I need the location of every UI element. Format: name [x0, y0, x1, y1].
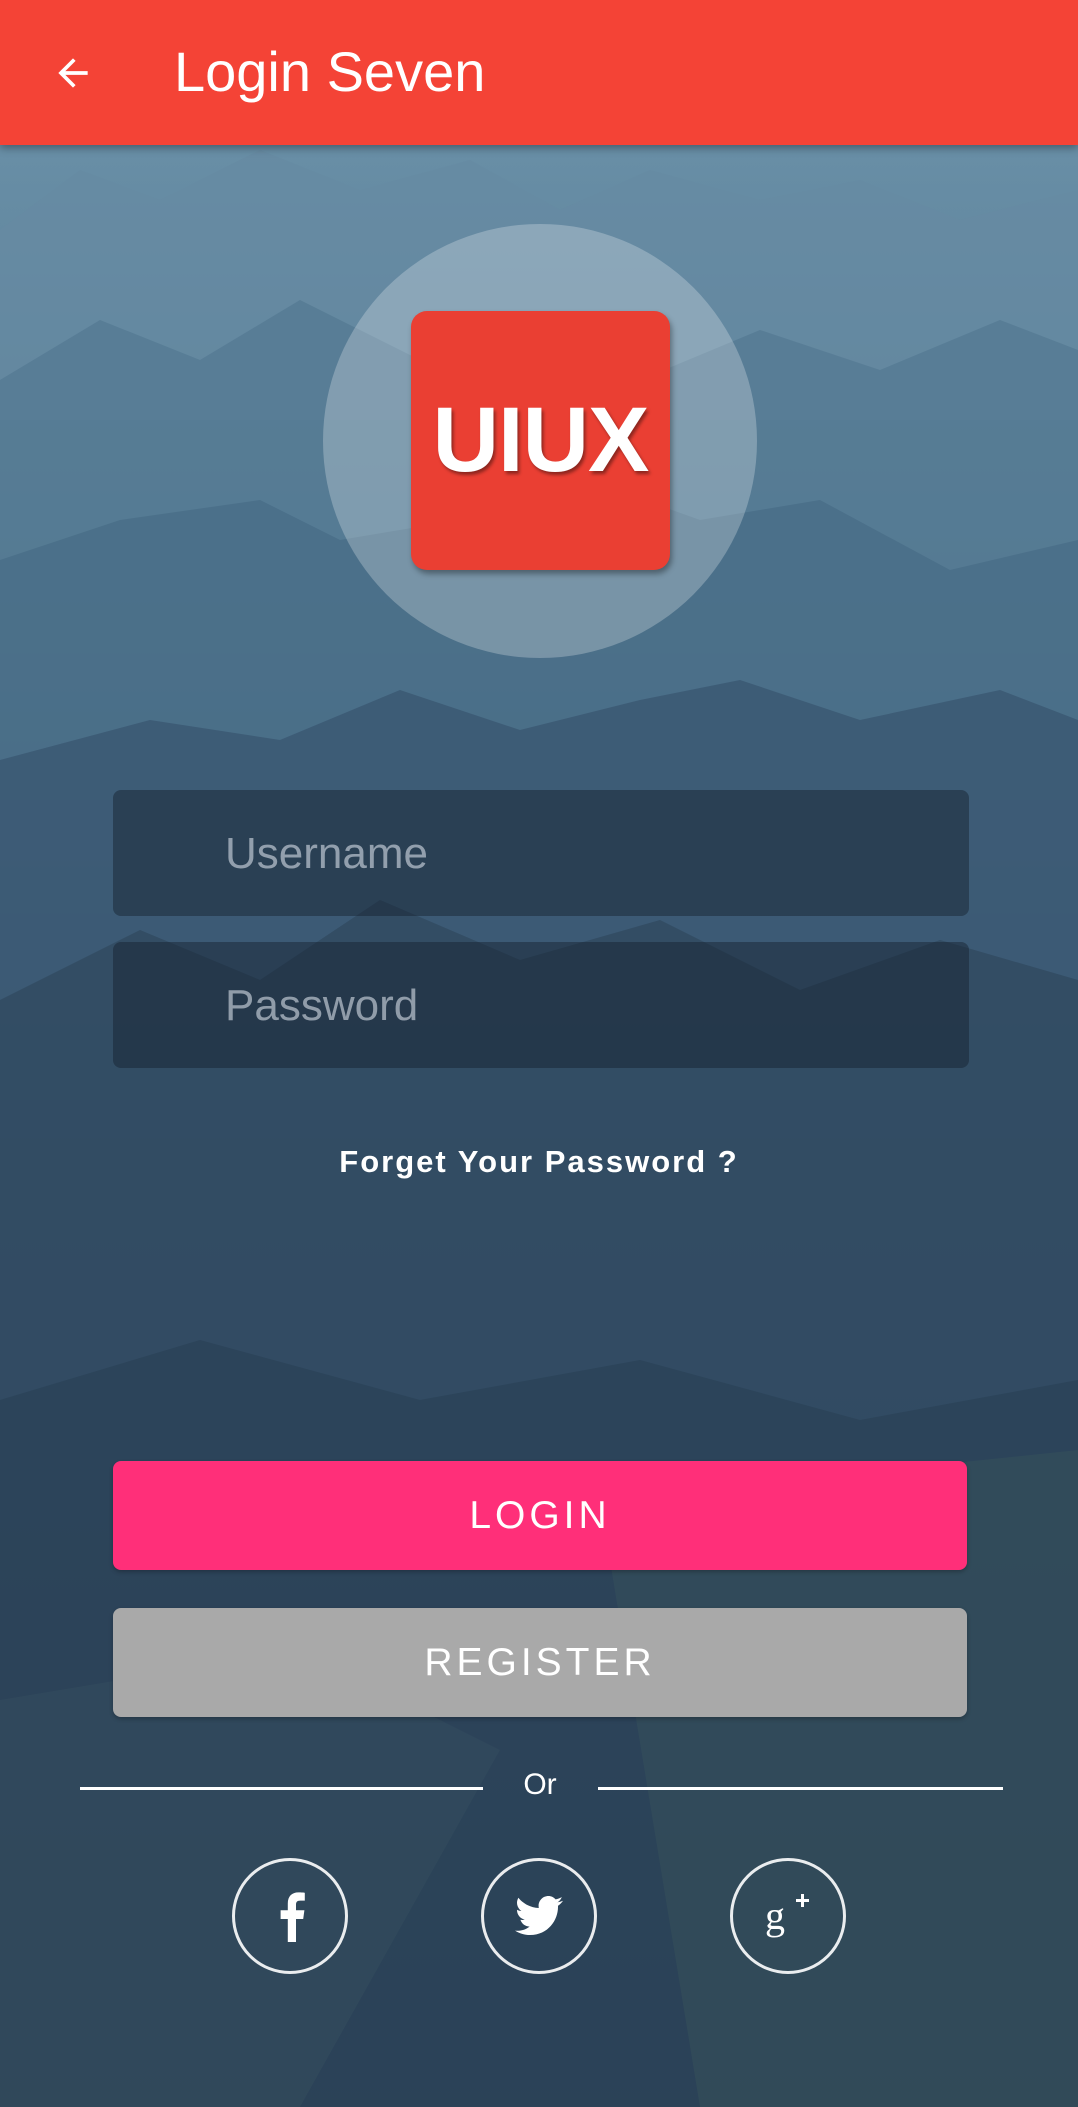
facebook-icon	[280, 1892, 305, 1942]
login-screen: Login Seven UIUX Forget Your Password ? …	[0, 0, 1078, 2107]
register-button[interactable]: REGISTER	[113, 1608, 967, 1717]
twitter-icon	[515, 1896, 563, 1935]
back-button[interactable]	[30, 30, 116, 116]
page-title: Login Seven	[174, 40, 486, 103]
logo-text: UIUX	[432, 389, 650, 491]
login-button[interactable]: LOGIN	[113, 1461, 967, 1570]
divider-left	[80, 1787, 483, 1790]
divider-right	[598, 1787, 1003, 1790]
google-plus-button[interactable]: g	[730, 1858, 846, 1974]
svg-text:g: g	[765, 1893, 785, 1938]
app-logo: UIUX	[411, 311, 670, 570]
username-input[interactable]	[223, 790, 947, 918]
password-field-container	[113, 942, 969, 1070]
facebook-button[interactable]	[232, 1858, 348, 1974]
password-input[interactable]	[223, 942, 947, 1070]
username-field-container	[113, 790, 969, 918]
google-plus-icon: g	[765, 1893, 809, 1938]
forgot-password-link[interactable]: Forget Your Password ?	[0, 1144, 1078, 1180]
or-label: Or	[523, 1768, 557, 1801]
app-bar: Login Seven	[0, 0, 1078, 145]
twitter-button[interactable]	[481, 1858, 597, 1974]
arrow-back-icon	[58, 58, 88, 88]
